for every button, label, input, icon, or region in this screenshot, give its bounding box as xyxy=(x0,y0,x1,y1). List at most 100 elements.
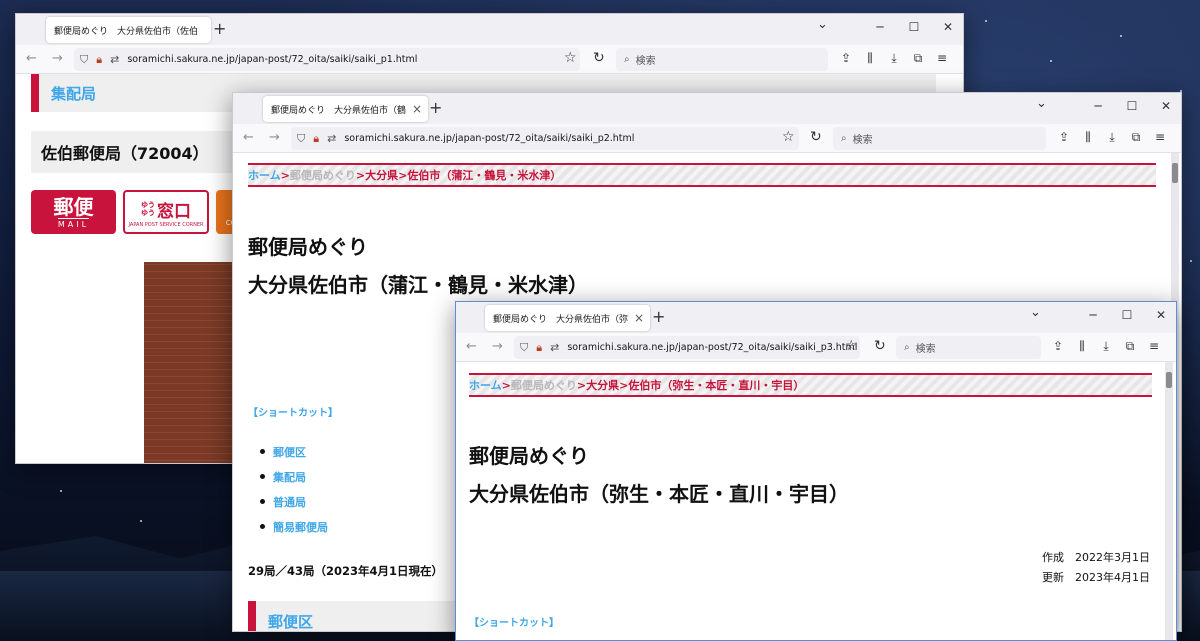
back-button[interactable]: ← xyxy=(243,130,254,145)
url-bar[interactable]: ⛉ 🔒︎ ⇄ soramichi.sakura.ne.jp/japan-post… xyxy=(74,48,580,71)
breadcrumb-section-link[interactable]: 郵便局めぐり xyxy=(511,377,577,393)
new-tab-button[interactable]: + xyxy=(429,98,442,117)
reload-button[interactable]: ↻ xyxy=(593,50,605,66)
pocket-icon[interactable]: ⇪ xyxy=(834,51,858,66)
toolbar-icons: ⇪ ⫼ ⤓ ⧉ ≡ xyxy=(1046,339,1166,354)
search-icon: ⌕ xyxy=(841,133,847,144)
tab-close-icon[interactable]: × xyxy=(412,102,422,116)
minimize-button[interactable]: ─ xyxy=(863,20,897,34)
tab-title: 郵便局めぐり 大分県佐伯市（鶴見 xyxy=(271,105,406,116)
permissions-icon[interactable]: ⇄ xyxy=(550,341,559,354)
shortcut-links: 郵便区 集配局 普通局 簡易郵便局 xyxy=(260,439,328,539)
lock-icon[interactable]: 🔒︎ xyxy=(313,132,319,146)
breadcrumb-pref-link[interactable]: 大分県 xyxy=(365,167,398,183)
tab-list-dropdown-icon[interactable]: ⌄ xyxy=(1030,305,1041,320)
yuyu-logo-prefix: ゆう ゆう xyxy=(141,201,155,217)
new-tab-button[interactable]: + xyxy=(652,307,665,326)
shortcut-link-futsukyoku[interactable]: 普通局 xyxy=(260,489,328,514)
shortcut-link-yubinku[interactable]: 郵便区 xyxy=(260,439,328,464)
window-controls: ─ ☐ ✕ xyxy=(1081,99,1181,113)
bookmark-star-icon[interactable]: ☆ xyxy=(564,50,577,66)
maximize-button[interactable]: ☐ xyxy=(1115,99,1149,113)
minimize-button[interactable]: ─ xyxy=(1076,308,1110,322)
permissions-icon[interactable]: ⇄ xyxy=(327,132,336,145)
mail-logo-main: 郵便 xyxy=(53,194,94,219)
page-content: ホーム > 郵便局めぐり > 大分県 > 佐伯市（弥生・本匠・直川・宇目） 郵便… xyxy=(456,362,1176,640)
extensions-icon[interactable]: ⧉ xyxy=(1124,130,1148,145)
window-controls: ─ ☐ ✕ xyxy=(863,20,963,34)
browser-tab[interactable]: 郵便局めぐり 大分県佐伯市（弥生 × xyxy=(485,305,650,331)
extensions-icon[interactable]: ⧉ xyxy=(1118,339,1142,354)
search-input[interactable]: ⌕ 検索 xyxy=(833,127,1046,150)
shield-icon[interactable]: ⛉ xyxy=(520,341,528,355)
forward-button[interactable]: → xyxy=(269,130,280,145)
breadcrumb-current: 佐伯市（弥生・本匠・直川・宇目） xyxy=(628,379,805,392)
close-button[interactable]: ✕ xyxy=(1144,308,1176,322)
menu-icon[interactable]: ≡ xyxy=(930,51,954,66)
bookmark-star-icon[interactable]: ☆ xyxy=(845,338,858,354)
breadcrumb-home-link[interactable]: ホーム xyxy=(248,167,281,183)
shield-icon[interactable]: ⛉ xyxy=(80,53,88,67)
office-count: 29局／43局（2023年4月1日現在） xyxy=(248,564,444,578)
bookmark-star-icon[interactable]: ☆ xyxy=(782,129,795,145)
shortcut-link-shuhaikyoku[interactable]: 集配局 xyxy=(260,464,328,489)
shortcut-label: 【ショートカット】 xyxy=(248,408,338,419)
search-input[interactable]: ⌕ 検索 xyxy=(896,336,1041,359)
yuyu-madoguchi-logo: ゆう ゆう 窓口 JAPAN POST SERVICE CORNER xyxy=(123,190,209,234)
pocket-icon[interactable]: ⇪ xyxy=(1046,339,1070,354)
menu-icon[interactable]: ≡ xyxy=(1148,130,1172,145)
breadcrumb-section-link[interactable]: 郵便局めぐり xyxy=(290,167,356,183)
maximize-button[interactable]: ☐ xyxy=(1110,308,1144,322)
reload-button[interactable]: ↻ xyxy=(874,338,886,354)
url-bar[interactable]: ⛉ 🔒︎ ⇄ soramichi.sakura.ne.jp/japan-post… xyxy=(291,127,799,150)
library-icon[interactable]: ⫼ xyxy=(1076,130,1100,145)
close-button[interactable]: ✕ xyxy=(1149,99,1181,113)
browser-tab[interactable]: 郵便局めぐり 大分県佐伯市（佐伯 xyxy=(46,17,211,43)
breadcrumb-pref-link[interactable]: 大分県 xyxy=(586,377,619,393)
extensions-icon[interactable]: ⧉ xyxy=(906,51,930,66)
navigation-bar: ← → ⛉ 🔒︎ ⇄ soramichi.sakura.ne.jp/japan-… xyxy=(16,45,963,74)
yuyu-logo-sub: JAPAN POST SERVICE CORNER xyxy=(128,221,204,228)
tab-list-dropdown-icon[interactable]: ⌄ xyxy=(817,17,828,32)
scrollbar[interactable] xyxy=(1165,362,1173,640)
forward-button[interactable]: → xyxy=(492,339,503,354)
shield-icon[interactable]: ⛉ xyxy=(297,132,305,146)
breadcrumb-separator: > xyxy=(355,168,366,182)
scrollbar-thumb[interactable] xyxy=(1172,163,1178,183)
back-button[interactable]: ← xyxy=(466,339,477,354)
pocket-icon[interactable]: ⇪ xyxy=(1052,130,1076,145)
downloads-icon[interactable]: ⤓ xyxy=(1100,130,1124,145)
url-bar[interactable]: ⛉ 🔒︎ ⇄ soramichi.sakura.ne.jp/japan-post… xyxy=(514,336,860,359)
toolbar-icons: ⇪ ⫼ ⤓ ⧉ ≡ xyxy=(1052,130,1172,145)
shortcut-link-kan-i[interactable]: 簡易郵便局 xyxy=(260,514,328,539)
permissions-icon[interactable]: ⇄ xyxy=(110,53,119,66)
tab-close-icon[interactable]: × xyxy=(634,311,644,325)
page-subtitle: 大分県佐伯市（蒲江・鶴見・米水津） xyxy=(248,273,588,297)
lock-icon[interactable]: 🔒︎ xyxy=(96,53,102,67)
downloads-icon[interactable]: ⤓ xyxy=(882,51,906,66)
post-office-name: 佐伯郵便局（72004） xyxy=(41,144,209,163)
lock-icon[interactable]: 🔒︎ xyxy=(536,341,542,355)
tab-list-dropdown-icon[interactable]: ⌄ xyxy=(1036,96,1047,111)
scrollbar-thumb[interactable] xyxy=(1166,372,1172,388)
browser-tab[interactable]: 郵便局めぐり 大分県佐伯市（鶴見 × xyxy=(263,96,428,122)
maximize-button[interactable]: ☐ xyxy=(897,20,931,34)
new-tab-button[interactable]: + xyxy=(213,19,226,38)
breadcrumb-home-link[interactable]: ホーム xyxy=(469,377,502,393)
breadcrumb: ホーム > 郵便局めぐり > 大分県 > 佐伯市（弥生・本匠・直川・宇目） xyxy=(469,373,1152,397)
page-title: 郵便局めぐり xyxy=(469,444,589,468)
breadcrumb-separator: > xyxy=(619,378,629,392)
library-icon[interactable]: ⫼ xyxy=(858,51,882,66)
tab-title: 郵便局めぐり 大分県佐伯市（弥生 xyxy=(493,314,628,325)
close-button[interactable]: ✕ xyxy=(931,20,963,34)
reload-button[interactable]: ↻ xyxy=(810,129,822,145)
search-input[interactable]: ⌕ 検索 xyxy=(616,48,828,71)
downloads-icon[interactable]: ⤓ xyxy=(1094,339,1118,354)
forward-button[interactable]: → xyxy=(52,51,63,66)
back-button[interactable]: ← xyxy=(26,51,37,66)
menu-icon[interactable]: ≡ xyxy=(1142,339,1166,354)
library-icon[interactable]: ⫼ xyxy=(1070,339,1094,354)
mail-logo: 郵便 MAIL xyxy=(31,190,116,234)
browser-window-p3[interactable]: 郵便局めぐり 大分県佐伯市（弥生 × + ⌄ ─ ☐ ✕ ← → ⛉ 🔒︎ ⇄ … xyxy=(455,301,1177,641)
minimize-button[interactable]: ─ xyxy=(1081,99,1115,113)
